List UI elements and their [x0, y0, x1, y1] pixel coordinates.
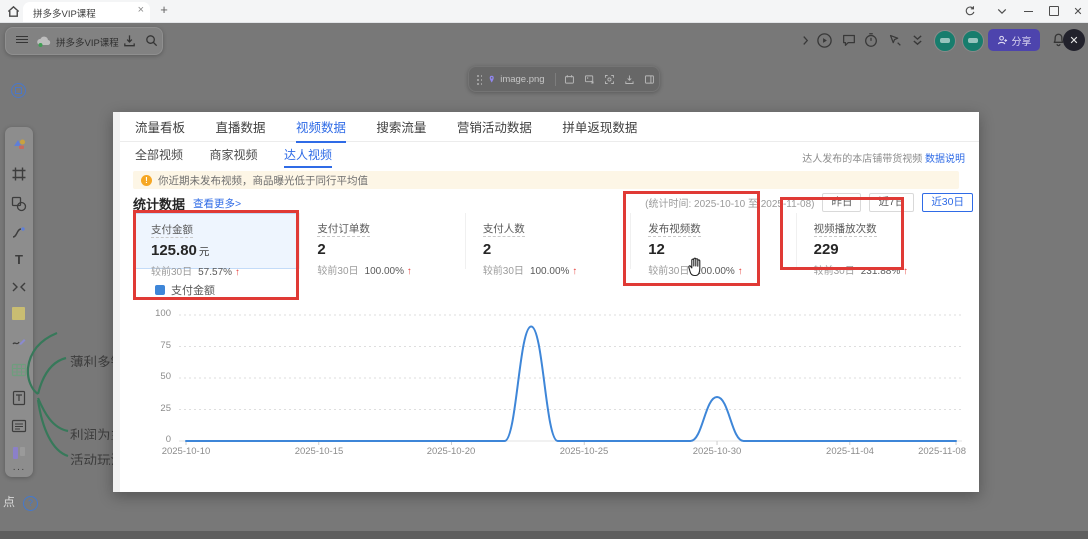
screen: 拼多多VIP课程 × + ✕ 拼多多VIP课程	[0, 0, 1088, 539]
more-tools-button[interactable]: ···	[11, 464, 27, 480]
x-tick: 2025-10-30	[672, 446, 762, 458]
double-chevron-down-icon[interactable]	[906, 29, 928, 51]
zoom-to-fit-icon[interactable]	[604, 72, 615, 87]
sticky-note-tool-icon[interactable]	[11, 306, 27, 322]
new-tab-button[interactable]: +	[156, 1, 172, 19]
laser-pointer-icon[interactable]	[884, 29, 906, 51]
pin-icon[interactable]	[487, 73, 496, 86]
tab-close-icon[interactable]: ×	[138, 4, 144, 16]
subtab-influencer-videos[interactable]: 达人视频	[284, 145, 332, 168]
home-icon[interactable]	[6, 4, 21, 19]
help-icon[interactable]: ?	[23, 496, 38, 511]
y-tick: 50	[141, 371, 171, 383]
card-paid-orders[interactable]: 支付订单数 2 较前30日100.00% ↑	[299, 213, 464, 269]
connector-tool-icon[interactable]	[11, 225, 27, 241]
drag-handle-icon[interactable]	[476, 74, 482, 85]
tab-title: 拼多多VIP课程	[33, 6, 96, 20]
board-top-toolbar: 拼多多VIP课程	[5, 27, 163, 55]
image-filename: image.png	[500, 74, 544, 85]
replace-image-icon[interactable]	[584, 72, 595, 87]
trend-up-icon: ↑	[572, 266, 577, 277]
x-tick: 2025-10-25	[539, 446, 629, 458]
window-close-button[interactable]: ✕	[1068, 2, 1088, 20]
data-explanation-link[interactable]: 数据说明	[925, 154, 965, 165]
bottom-strip	[0, 531, 1088, 539]
text-tool-icon[interactable]: T	[11, 252, 27, 268]
app-logo-cloud-icon[interactable]	[36, 34, 52, 48]
document-tool-icon[interactable]	[11, 390, 27, 406]
payment-series-line	[186, 326, 956, 441]
sub-tabs: 全部视频 商家视频 达人视频	[120, 145, 332, 167]
download-icon[interactable]	[122, 33, 138, 49]
present-play-icon[interactable]	[813, 29, 835, 51]
card-paying-users[interactable]: 支付人数 2 较前30日100.00% ↑	[465, 213, 630, 269]
subtab-note: 达人发布的本店铺带货视频 数据说明	[802, 150, 965, 165]
open-side-panel-icon[interactable]	[644, 72, 655, 87]
notice-bar: ! 你近期未发布视频，商品曝光低于同行平均值	[133, 171, 959, 189]
download-image-icon[interactable]	[624, 72, 635, 87]
media-sticker-icon[interactable]	[11, 136, 27, 152]
browser-tab[interactable]: 拼多多VIP课程 ×	[23, 2, 150, 22]
toolbar-divider	[555, 73, 556, 86]
window-minimize-button[interactable]	[1018, 2, 1038, 20]
payment-line-chart	[113, 112, 979, 492]
image-object-toolbar: image.png	[468, 66, 660, 92]
x-tick: 2025-10-15	[274, 446, 364, 458]
search-icon[interactable]	[144, 33, 160, 49]
tab-traffic-board[interactable]: 流量看板	[135, 116, 185, 140]
share-button[interactable]: 分享	[988, 29, 1040, 51]
board-footer-label: 点	[3, 493, 15, 510]
shapes-tool-icon[interactable]	[11, 196, 27, 212]
tab-search-traffic[interactable]: 搜索流量	[376, 116, 426, 140]
subtab-all-videos[interactable]: 全部视频	[135, 145, 183, 166]
share-label: 分享	[1012, 33, 1032, 48]
transform-tool-icon[interactable]	[11, 279, 27, 295]
y-tick: 75	[141, 340, 171, 352]
board-title: 拼多多VIP课程	[56, 35, 119, 49]
analytics-panel: 流量看板 直播数据 视频数据 搜索流量 营销活动数据 拼单返现数据 全部视频 商…	[113, 112, 979, 492]
pen-tool-icon[interactable]	[11, 333, 27, 349]
x-tick: 2025-10-10	[141, 446, 231, 458]
tab-cashback-data[interactable]: 拼单返现数据	[562, 116, 637, 140]
nav-tabs: 流量看板 直播数据 视频数据 搜索流量 营销活动数据 拼单返现数据	[120, 116, 979, 142]
x-tick: 2025-11-08	[876, 446, 966, 458]
collaborator-avatar[interactable]	[962, 30, 984, 52]
warning-icon: !	[141, 175, 152, 186]
y-tick: 0	[141, 434, 171, 446]
trend-up-icon: ↑	[407, 266, 412, 277]
add-frame-icon[interactable]	[564, 72, 575, 87]
tab-marketing-data[interactable]: 营销活动数据	[457, 116, 532, 140]
tab-video-data[interactable]: 视频数据	[296, 116, 346, 143]
window-restore-button[interactable]	[1044, 2, 1064, 20]
panel-left-rail	[113, 112, 120, 492]
refresh-icon[interactable]	[960, 2, 980, 20]
y-tick: 25	[141, 403, 171, 415]
comment-icon[interactable]	[838, 29, 860, 51]
y-tick: 100	[141, 308, 171, 320]
list-tool-icon[interactable]	[11, 418, 27, 434]
menu-icon[interactable]	[16, 36, 28, 46]
notice-text: 你近期未发布视频，商品曝光低于同行平均值	[158, 173, 368, 188]
x-tick: 2025-10-20	[406, 446, 496, 458]
annotation-rect-plays	[780, 197, 904, 270]
chart-gridlines	[179, 315, 962, 445]
board-badge-icon	[11, 83, 26, 98]
frame-tool-icon[interactable]	[11, 166, 27, 182]
annotation-rect-payment	[133, 210, 299, 300]
chevron-down-icon[interactable]	[992, 2, 1012, 20]
collaborator-avatar[interactable]	[934, 30, 956, 52]
view-more-link[interactable]: 查看更多>	[193, 196, 241, 211]
hand-cursor	[685, 255, 705, 277]
tab-live-data[interactable]: 直播数据	[215, 116, 265, 140]
board-tool-panel: T ···	[5, 127, 33, 477]
person-icon	[997, 35, 1008, 46]
subtab-merchant-videos[interactable]: 商家视频	[209, 145, 257, 166]
table-tool-icon[interactable]	[11, 362, 27, 378]
timer-icon[interactable]	[860, 29, 882, 51]
close-session-button[interactable]: ✕	[1063, 29, 1085, 51]
browser-tab-bar: 拼多多VIP课程 × + ✕	[0, 0, 1088, 23]
range-30d-button[interactable]: 近30日	[922, 193, 973, 212]
kanban-tool-icon[interactable]	[11, 445, 27, 461]
